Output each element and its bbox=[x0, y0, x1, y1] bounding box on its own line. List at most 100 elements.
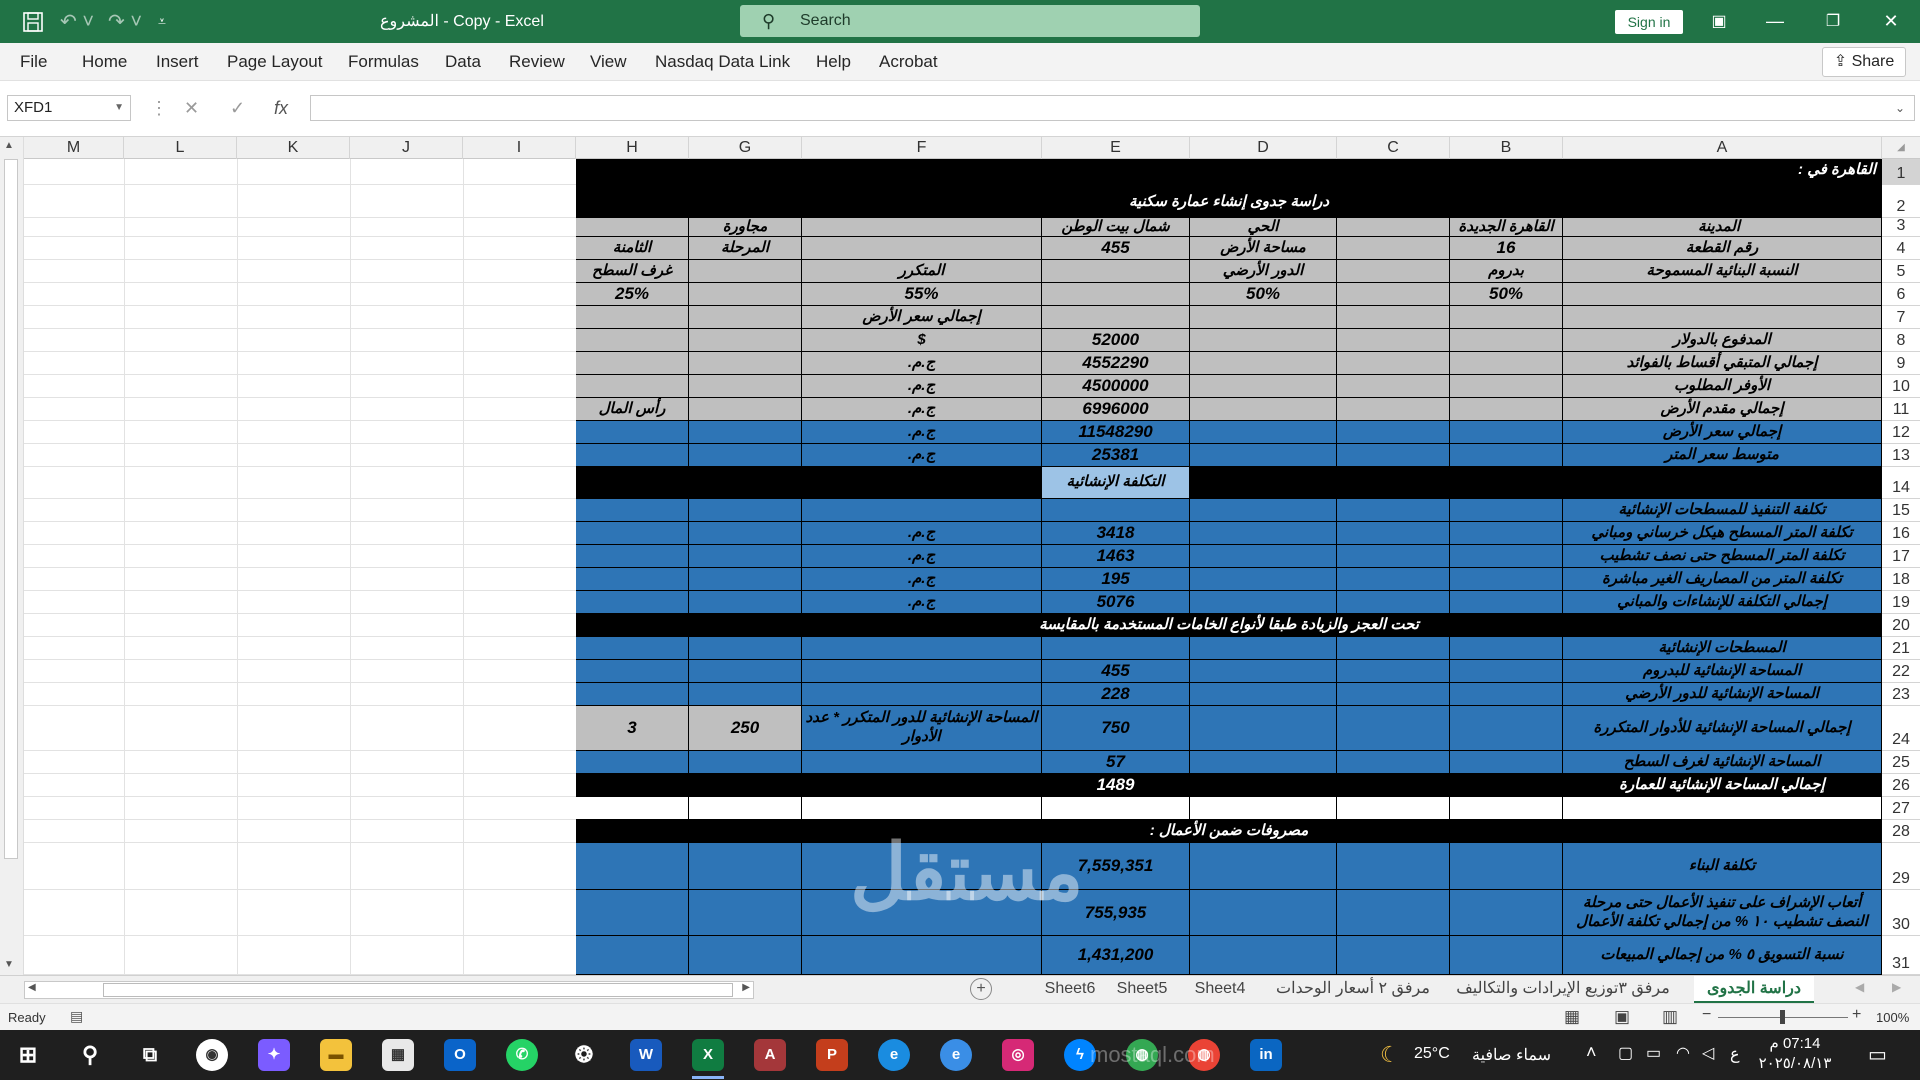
cell-a15[interactable]: تكلفة التنفيذ للمسطحات الإنشائية bbox=[1563, 499, 1882, 522]
cell-a26[interactable]: إجمالي المساحة الإنشائية للعمارة bbox=[1563, 774, 1882, 797]
cell-g5[interactable] bbox=[689, 260, 802, 283]
share-button[interactable]: ⇪ Share bbox=[1822, 47, 1906, 77]
cell-c9[interactable] bbox=[1337, 352, 1450, 375]
cell-d23[interactable] bbox=[1190, 683, 1337, 706]
cell-g4[interactable]: المرحلة bbox=[689, 237, 802, 260]
cell-g12[interactable] bbox=[689, 421, 802, 444]
tab-page-layout[interactable]: Page Layout bbox=[227, 43, 322, 81]
cell-d8[interactable] bbox=[1190, 329, 1337, 352]
edge-icon[interactable]: e bbox=[878, 1039, 910, 1071]
powerpoint-icon[interactable]: P bbox=[816, 1039, 848, 1071]
cell-a6[interactable] bbox=[1563, 283, 1882, 306]
ribbon-display-icon[interactable]: ▣ bbox=[1696, 0, 1742, 43]
cell-h10[interactable] bbox=[576, 375, 689, 398]
row-header-10[interactable]: 10 bbox=[1882, 375, 1920, 398]
cell-a5[interactable]: النسبة البنائية المسموحة bbox=[1563, 260, 1882, 283]
cell-e4[interactable]: 455 bbox=[1042, 237, 1190, 260]
cell-f24[interactable]: المساحة الإنشائية للدور المتكرر * عدد ال… bbox=[802, 706, 1042, 751]
cell-h22[interactable] bbox=[576, 660, 689, 683]
cell-c27[interactable] bbox=[1337, 797, 1450, 820]
row-header-28[interactable]: 28 bbox=[1882, 820, 1920, 843]
cell-g18[interactable] bbox=[689, 568, 802, 591]
cell-c16[interactable] bbox=[1337, 522, 1450, 545]
cell-g21[interactable] bbox=[689, 637, 802, 660]
access-icon[interactable]: A bbox=[754, 1039, 786, 1071]
cell-d4[interactable]: مساحة الأرض bbox=[1190, 237, 1337, 260]
cell-f11[interactable]: ج.م. bbox=[802, 398, 1042, 421]
page-layout-view-icon[interactable]: ▣ bbox=[1614, 1007, 1630, 1027]
cell-d11[interactable] bbox=[1190, 398, 1337, 421]
close-icon[interactable]: ✕ bbox=[1868, 0, 1914, 43]
row-header-5[interactable]: 5 bbox=[1882, 260, 1920, 283]
cell-a31[interactable]: نسبة التسويق ٥ % من إجمالي المبيعات bbox=[1563, 936, 1882, 975]
cell-a23[interactable]: المساحة الإنشائية للدور الأرضي bbox=[1563, 683, 1882, 706]
cell-e13[interactable]: 25381 bbox=[1042, 444, 1190, 467]
cell-b17[interactable] bbox=[1450, 545, 1563, 568]
cell-b16[interactable] bbox=[1450, 522, 1563, 545]
cell-b25[interactable] bbox=[1450, 751, 1563, 774]
cell-g31[interactable] bbox=[689, 936, 802, 975]
cell-h11[interactable]: رأس المال bbox=[576, 398, 689, 421]
cell-d29[interactable] bbox=[1190, 843, 1337, 890]
cell-a18[interactable]: تكلفة المتر من المصاريف الغير مباشرة bbox=[1563, 568, 1882, 591]
row-header-9[interactable]: 9 bbox=[1882, 352, 1920, 375]
row-header-26[interactable]: 26 bbox=[1882, 774, 1920, 797]
chrome-remote-icon[interactable]: ◉ bbox=[196, 1039, 228, 1071]
cell-c22[interactable] bbox=[1337, 660, 1450, 683]
sheet-tab-unit-prices[interactable]: مرفق ٢ أسعار الوحدات bbox=[1268, 976, 1438, 1004]
cell-e14[interactable]: التكلفة الإنشائية bbox=[1042, 467, 1190, 499]
sign-in-button[interactable]: Sign in bbox=[1615, 10, 1683, 34]
cell-b9[interactable] bbox=[1450, 352, 1563, 375]
sheet-tab-feasibility[interactable]: دراسة الجدوى bbox=[1694, 976, 1814, 1004]
row-header-11[interactable]: 11 bbox=[1882, 398, 1920, 421]
redo-icon[interactable]: ↷ ˅ bbox=[108, 0, 142, 43]
cell-h29[interactable] bbox=[576, 843, 689, 890]
cell-c6[interactable] bbox=[1337, 283, 1450, 306]
worksheet-grid[interactable]: M L K J I H G F E D C B A ◢ ▲ ▼ 12345678… bbox=[0, 137, 1920, 975]
cell-e17[interactable]: 1463 bbox=[1042, 545, 1190, 568]
row-header-19[interactable]: 19 bbox=[1882, 591, 1920, 614]
row-header-4[interactable]: 4 bbox=[1882, 237, 1920, 260]
cell-g19[interactable] bbox=[689, 591, 802, 614]
cell-h15[interactable] bbox=[576, 499, 689, 522]
cell-g8[interactable] bbox=[689, 329, 802, 352]
col-header-c[interactable]: C bbox=[1337, 137, 1450, 159]
cell-h18[interactable] bbox=[576, 568, 689, 591]
cell-f12[interactable]: ج.م. bbox=[802, 421, 1042, 444]
cell-e3[interactable]: شمال بيت الوطن bbox=[1042, 218, 1190, 237]
cell-a8[interactable]: المدفوع بالدولار bbox=[1563, 329, 1882, 352]
horizontal-scrollbar[interactable]: ◀ ▶ bbox=[24, 981, 754, 999]
cell-c18[interactable] bbox=[1337, 568, 1450, 591]
taskbar-search-icon[interactable]: ⚲ bbox=[74, 1039, 106, 1071]
cell-c8[interactable] bbox=[1337, 329, 1450, 352]
cell-a30[interactable]: أتعاب الإشراف على تنفيذ الأعمال حتى مرحل… bbox=[1563, 890, 1882, 936]
linkedin-icon[interactable]: in bbox=[1250, 1039, 1282, 1071]
cell-b10[interactable] bbox=[1450, 375, 1563, 398]
cell-b23[interactable] bbox=[1450, 683, 1563, 706]
cell-d10[interactable] bbox=[1190, 375, 1337, 398]
cell-g27[interactable] bbox=[689, 797, 802, 820]
tab-insert[interactable]: Insert bbox=[156, 43, 199, 81]
cell-d16[interactable] bbox=[1190, 522, 1337, 545]
file-explorer-icon[interactable]: ▬ bbox=[320, 1039, 352, 1071]
cell-b21[interactable] bbox=[1450, 637, 1563, 660]
cell-d18[interactable] bbox=[1190, 568, 1337, 591]
select-all-corner[interactable]: ◢ bbox=[1882, 137, 1920, 159]
cell-h7[interactable] bbox=[576, 306, 689, 329]
search-input[interactable]: ⚲ Search bbox=[740, 5, 1200, 37]
cell-f9[interactable]: ج.م. bbox=[802, 352, 1042, 375]
row-header-1[interactable]: 1 bbox=[1882, 159, 1920, 185]
cell-e18[interactable]: 195 bbox=[1042, 568, 1190, 591]
cell-h27[interactable] bbox=[576, 797, 689, 820]
cell-f23[interactable] bbox=[802, 683, 1042, 706]
cell-d27[interactable] bbox=[1190, 797, 1337, 820]
cell-d30[interactable] bbox=[1190, 890, 1337, 936]
zoom-in-icon[interactable]: + bbox=[1852, 1006, 1861, 1024]
cell-d25[interactable] bbox=[1190, 751, 1337, 774]
tray-chevron-up-icon[interactable]: ˄ bbox=[1586, 1042, 1597, 1063]
row-header-27[interactable]: 27 bbox=[1882, 797, 1920, 820]
cell-b27[interactable] bbox=[1450, 797, 1563, 820]
row-header-16[interactable]: 16 bbox=[1882, 522, 1920, 545]
cell-e6[interactable] bbox=[1042, 283, 1190, 306]
tab-file[interactable]: File bbox=[20, 43, 47, 81]
